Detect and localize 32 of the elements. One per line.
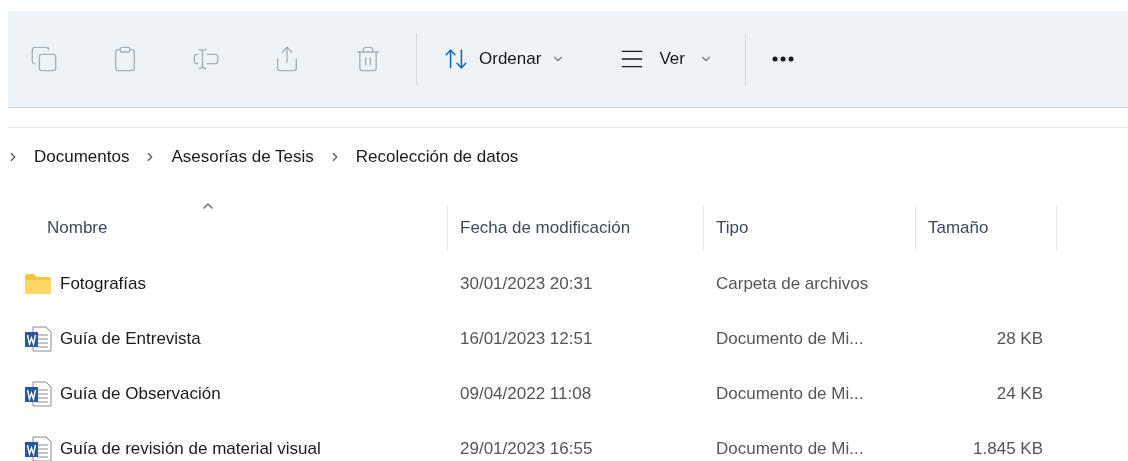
- folder-icon: [24, 272, 52, 295]
- column-header[interactable]: Nombre: [47, 215, 108, 241]
- breadcrumb-item[interactable]: Documentos: [30, 144, 134, 170]
- date-cell: 16/01/2023 12:51: [460, 328, 593, 348]
- date-cell: 30/01/2023 20:31: [460, 273, 593, 293]
- file-name: Guía de Observación: [60, 382, 221, 405]
- date-cell: 09/04/2022 11:08: [460, 383, 592, 403]
- size-cell-text: 28 KB: [996, 327, 1043, 350]
- file-name: Fotografías: [60, 272, 146, 295]
- file-name: Guía de revisión de material visual: [60, 437, 321, 460]
- type-cell: Documento de Mi...: [716, 383, 864, 403]
- document-icon: [24, 380, 52, 407]
- size-cell-text: 1.845 KB: [973, 437, 1043, 460]
- breadcrumb-item[interactable]: Recolección de datos: [351, 144, 523, 170]
- size-cell-text: 24 KB: [996, 382, 1043, 405]
- type-cell: Documento de Mi...: [716, 438, 864, 458]
- more-icon: [771, 56, 794, 62]
- file-row[interactable]: Guía de Entrevista 16/01/2023 12:51 Documento de Mi... 28 KB: [0, 311, 1128, 366]
- file-row[interactable]: Fotografías 30/01/2023 20:31 Carpeta de archivos: [0, 256, 1128, 311]
- file-name: Guía de Entrevista: [60, 327, 201, 350]
- document-icon: [24, 325, 52, 352]
- date-cell: 29/01/2023 16:55: [460, 438, 593, 458]
- breadcrumb-item[interactable]: Asesorías de Tesis: [167, 144, 318, 170]
- view-button[interactable]: Ver: [613, 40, 719, 78]
- sort-button[interactable]: Ordenar: [437, 40, 572, 78]
- file-row[interactable]: Guía de Observación 09/04/2022 11:08 Documento de Mi... 24 KB: [0, 366, 1128, 421]
- column-header[interactable]: Fecha de modificación: [460, 215, 631, 241]
- column-header[interactable]: Tamaño: [928, 215, 989, 241]
- column-header[interactable]: Tipo: [716, 215, 749, 241]
- type-cell: Carpeta de archivos: [716, 273, 869, 293]
- file-row[interactable]: Guía de revisión de material visual 29/01/2023 16:55 Documento de Mi... 1.845 KB: [0, 421, 1128, 461]
- type-cell: Documento de Mi...: [716, 328, 864, 348]
